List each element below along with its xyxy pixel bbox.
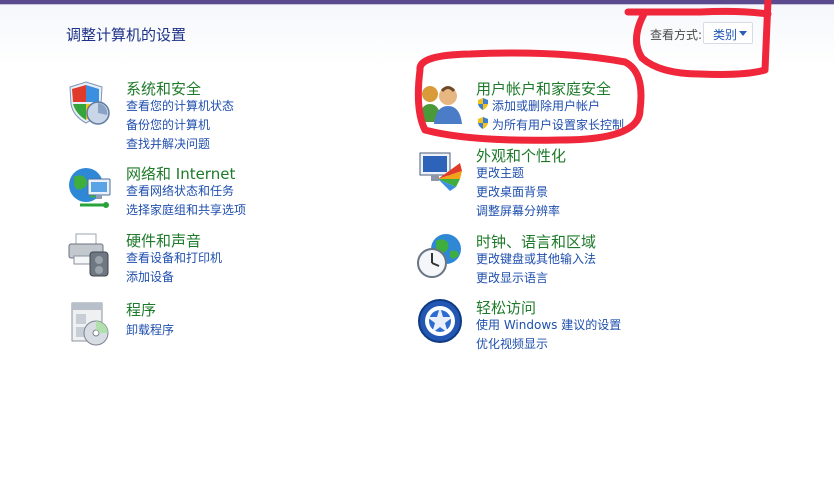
link-backup-computer[interactable]: 备份您的计算机 xyxy=(126,116,210,133)
link-devices-printers[interactable]: 查看设备和打印机 xyxy=(126,249,222,266)
page-title: 调整计算机的设置 xyxy=(66,26,187,44)
category-system-security: 系统和安全 查看您的计算机状态 备份您的计算机 查找并解决问题 xyxy=(66,78,366,152)
link-add-device[interactable]: 添加设备 xyxy=(126,268,174,285)
category-appearance: 外观和个性化 更改主题 更改桌面背景 调整屏幕分辨率 xyxy=(416,145,716,219)
category-title-ease-of-access[interactable]: 轻松访问 xyxy=(476,297,536,318)
category-user-accounts: 用户帐户和家庭安全 添加或删除用户帐户 为所有用户设置家长控制 xyxy=(416,78,716,134)
monitor-palette-icon[interactable] xyxy=(416,145,466,195)
link-uninstall-program[interactable]: 卸载程序 xyxy=(126,321,174,338)
link-add-remove-accounts[interactable]: 添加或删除用户帐户 xyxy=(492,97,600,114)
category-hardware-sound: 硬件和声音 查看设备和打印机 添加设备 xyxy=(66,230,366,286)
link-troubleshoot[interactable]: 查找并解决问题 xyxy=(126,135,210,152)
category-title-clock-region[interactable]: 时钟、语言和区域 xyxy=(476,231,596,252)
globe-network-icon[interactable] xyxy=(66,163,116,213)
link-change-input-method[interactable]: 更改键盘或其他输入法 xyxy=(476,250,596,267)
category-title-network-internet[interactable]: 网络和 Internet xyxy=(126,163,235,184)
shield-flag-icon[interactable] xyxy=(66,78,116,128)
category-clock-region: 时钟、语言和区域 更改键盘或其他输入法 更改显示语言 xyxy=(416,231,716,287)
link-display-language[interactable]: 更改显示语言 xyxy=(476,269,548,286)
programs-disc-icon[interactable] xyxy=(66,299,116,349)
ease-of-access-icon[interactable] xyxy=(416,297,466,347)
clock-globe-icon[interactable] xyxy=(416,231,466,281)
users-icon[interactable] xyxy=(416,78,466,128)
uac-shield-icon xyxy=(478,117,488,129)
category-title-user-accounts[interactable]: 用户帐户和家庭安全 xyxy=(476,78,611,99)
category-ease-of-access: 轻松访问 使用 Windows 建议的设置 优化视频显示 xyxy=(416,297,716,353)
category-title-hardware-sound[interactable]: 硬件和声音 xyxy=(126,230,201,251)
link-homegroup-sharing[interactable]: 选择家庭组和共享选项 xyxy=(126,201,246,218)
view-by-dropdown[interactable]: 类别 xyxy=(703,22,753,44)
category-title-programs[interactable]: 程序 xyxy=(126,299,156,320)
link-windows-suggested-settings[interactable]: 使用 Windows 建议的设置 xyxy=(476,316,621,333)
category-title-appearance[interactable]: 外观和个性化 xyxy=(476,145,566,166)
link-desktop-background[interactable]: 更改桌面背景 xyxy=(476,183,548,200)
category-programs: 程序 卸载程序 xyxy=(66,299,366,349)
link-parental-controls[interactable]: 为所有用户设置家长控制 xyxy=(492,116,624,133)
view-by-value: 类别 xyxy=(713,28,738,42)
category-network-internet: 网络和 Internet 查看网络状态和任务 选择家庭组和共享选项 xyxy=(66,163,366,219)
printer-speaker-icon[interactable] xyxy=(66,230,116,280)
link-view-computer-status[interactable]: 查看您的计算机状态 xyxy=(126,97,234,114)
link-change-theme[interactable]: 更改主题 xyxy=(476,164,524,181)
link-view-network-status[interactable]: 查看网络状态和任务 xyxy=(126,182,234,199)
category-title-system-security[interactable]: 系统和安全 xyxy=(126,78,201,99)
chevron-down-icon xyxy=(739,31,747,36)
link-screen-resolution[interactable]: 调整屏幕分辨率 xyxy=(476,202,560,219)
view-by-label: 查看方式: xyxy=(650,28,703,42)
link-optimize-video[interactable]: 优化视频显示 xyxy=(476,335,548,352)
uac-shield-icon xyxy=(478,98,488,110)
